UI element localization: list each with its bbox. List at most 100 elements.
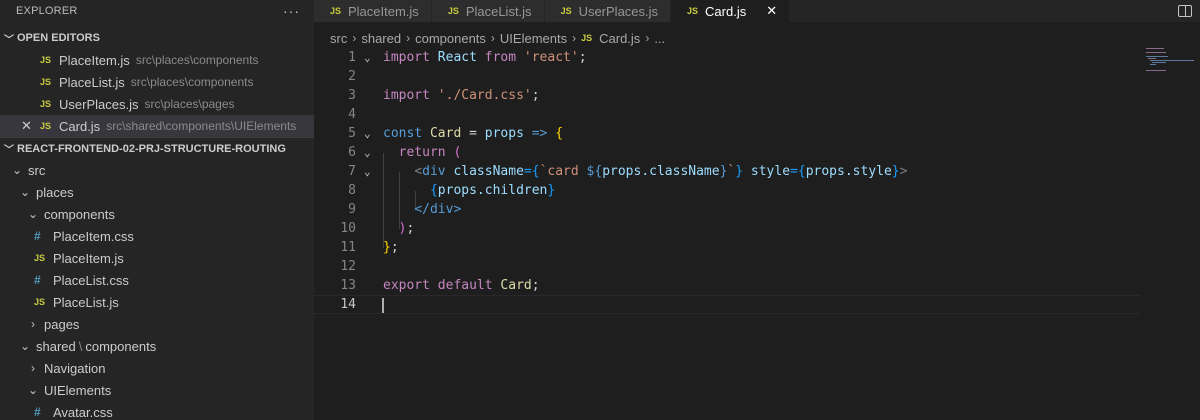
breadcrumb-item[interactable]: UIElements [500,31,567,46]
folder-label: components [85,338,157,354]
breadcrumb-item[interactable]: Card.js [599,31,640,46]
chevron-down-icon: ⌄ [19,339,31,353]
code-line: 1 ⌄ import React from 'react'; [314,48,1140,67]
breadcrumb-item[interactable]: src [330,31,347,46]
minimap-line [1152,62,1166,63]
minimap-line [1150,64,1156,65]
minimap-line [1146,70,1166,71]
folder-label: Navigation [44,360,106,376]
tree-folder-shared[interactable]: ⌄ shared \ components [0,335,314,357]
breadcrumb-item[interactable]: shared [361,31,401,46]
tree-folder-uielements[interactable]: ⌄ UIElements [0,379,314,401]
code-text: <div className={`card ${props.className}… [414,164,908,179]
code-line: 13 export default Card; [314,276,1140,295]
explorer-header: EXPLORER ··· [0,0,314,22]
line-number: 1 [348,50,356,65]
file-label: Avatar.css [53,404,113,420]
tree-folder-navigation[interactable]: › Navigation [0,357,314,379]
tree-folder-places[interactable]: ⌄ places [0,181,314,203]
code-line-current: 14 [314,295,1140,314]
code-line: 12 [314,257,1140,276]
open-editor-path: src\places\pages [144,97,235,111]
explorer-title: EXPLORER [16,5,78,17]
line-number: 3 [348,88,356,103]
ellipsis-icon[interactable]: ··· [283,3,300,19]
breadcrumb-item[interactable]: ... [654,31,665,46]
js-file-icon: JS [687,6,699,16]
line-number: 8 [348,183,356,198]
tree-folder-pages[interactable]: › pages [0,313,314,335]
css-file-icon: # [34,405,41,419]
close-icon[interactable]: ✕ [766,3,777,19]
tab-placeitem[interactable]: JS PlaceItem.js [314,0,432,22]
open-editors-header[interactable]: ﹀ OPEN EDITORS [0,27,314,49]
js-file-icon: JS [330,6,342,16]
open-editor-name: UserPlaces.js [59,96,139,112]
open-editor-name: PlaceItem.js [59,52,130,68]
tree-file-placelist-css[interactable]: # PlaceList.css [0,269,314,291]
code-text: }; [383,240,399,255]
folder-label: UIElements [44,382,112,398]
chevron-down-icon: ⌄ [19,185,31,199]
open-editor-placelist[interactable]: JS PlaceList.js src\places\components [0,71,314,93]
folder-label: pages [44,316,80,332]
js-file-icon: JS [447,6,459,16]
tree-file-placeitem-css[interactable]: # PlaceItem.css [0,225,314,247]
tree-file-placeitem-js[interactable]: JS PlaceItem.js [0,247,314,269]
project-header[interactable]: ﹀ REACT-FRONTEND-02-PRJ-STRUCTURE-ROUTIN… [0,137,314,159]
chevron-down-icon[interactable]: ⌄ [364,165,371,178]
minimap-line [1146,48,1164,49]
code-line: 8 {props.children} [314,181,1140,200]
open-editor-path: src\shared\components\UIElements [106,119,297,133]
folder-label: shared [36,338,76,354]
open-editor-placeitem[interactable]: JS PlaceItem.js src\places\components [0,49,314,71]
js-file-icon: JS [581,33,593,43]
open-editor-card[interactable]: ✕ JS Card.js src\shared\components\UIEle… [0,115,314,137]
js-file-icon: JS [40,55,52,65]
open-editor-userplaces[interactable]: JS UserPlaces.js src\places\pages [0,93,314,115]
text-caret [382,298,384,313]
open-editor-name: PlaceList.js [59,74,125,90]
tab-userplaces[interactable]: JS UserPlaces.js [544,0,672,22]
line-number: 14 [340,297,356,312]
js-file-icon: JS [34,297,46,307]
open-editor-name: Card.js [59,118,101,134]
tab-label: PlaceItem.js [348,3,419,19]
chevron-down-icon: ⌄ [27,383,39,397]
css-file-icon: # [34,273,41,287]
code-text: import './Card.css'; [383,88,540,103]
code-text: const Card = props => { [383,126,564,141]
tree-folder-src[interactable]: ⌄ src [0,159,314,181]
code-text: import React from 'react'; [383,50,587,65]
line-number: 12 [340,259,356,274]
folder-label: places [36,184,74,200]
chevron-down-icon: ﹀ [4,145,14,156]
chevron-down-icon[interactable]: ⌄ [364,51,371,64]
folder-label: src [28,162,46,178]
file-label: PlaceList.js [53,294,119,310]
tree-file-placelist-js[interactable]: JS PlaceList.js [0,291,314,313]
js-file-icon: JS [560,6,572,16]
breadcrumb-item[interactable]: components [415,31,486,46]
tree-folder-components[interactable]: ⌄ components [0,203,314,225]
code-line: 2 [314,67,1140,86]
minimap-line [1146,52,1166,53]
js-file-icon: JS [40,77,52,87]
close-icon[interactable]: ✕ [21,118,32,134]
tab-placelist[interactable]: JS PlaceList.js [431,0,545,22]
tab-label: UserPlaces.js [578,3,659,19]
code-editor[interactable]: 1 ⌄ import React from 'react'; 2 3 impor… [314,48,1140,420]
chevron-down-icon[interactable]: ⌄ [364,127,371,140]
chevron-down-icon: ﹀ [4,34,14,46]
tree-file-avatar-css[interactable]: # Avatar.css [0,401,314,420]
split-editor-icon[interactable] [1170,0,1200,22]
js-file-icon: JS [40,121,52,131]
code-line: 5 ⌄ const Card = props => { [314,124,1140,143]
code-line: 4 [314,105,1140,124]
minimap-line [1150,60,1194,61]
code-text: ); [398,221,415,236]
minimap[interactable] [1140,48,1200,420]
chevron-down-icon[interactable]: ⌄ [364,146,371,159]
tab-card[interactable]: JS Card.js ✕ [671,0,791,22]
path-separator: \ [78,338,83,354]
